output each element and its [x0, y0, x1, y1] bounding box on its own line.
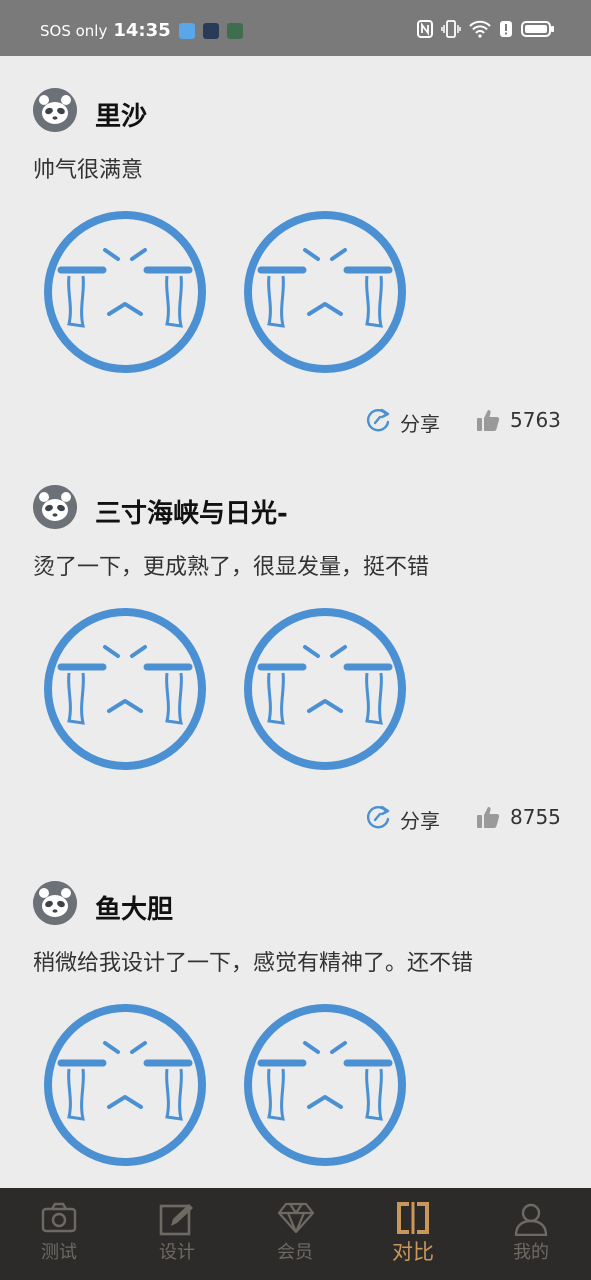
username: 鱼大胆 — [95, 895, 174, 925]
tab-label: 设计 — [159, 1242, 195, 1263]
vibrate-icon — [441, 20, 461, 38]
comment-text: 帅气很满意 — [33, 158, 144, 183]
username: 里沙 — [95, 102, 148, 132]
clock: 14:35 — [113, 20, 171, 41]
carrier-text: SOS only — [40, 21, 108, 40]
photo-placeholder-icon[interactable] — [43, 1003, 207, 1167]
like-count: 8755 — [510, 805, 561, 829]
avatar[interactable] — [33, 485, 77, 529]
app-notification-icon — [178, 22, 195, 39]
share-button[interactable]: 分享 — [400, 408, 440, 437]
share-icon[interactable] — [364, 803, 392, 831]
app-notification-icon — [202, 22, 219, 39]
photo-placeholder-icon[interactable] — [243, 607, 407, 771]
avatar[interactable] — [33, 881, 77, 925]
wifi-icon — [469, 20, 491, 38]
thumbs-up-icon[interactable] — [476, 805, 500, 829]
edit-icon — [159, 1204, 193, 1236]
tab-design[interactable]: 设计 — [118, 1188, 236, 1280]
tab-label: 测试 — [41, 1242, 77, 1263]
tab-test[interactable]: 测试 — [0, 1188, 118, 1280]
alert-icon — [500, 21, 512, 37]
comment-text: 稍微给我设计了一下，感觉有精神了。还不错 — [33, 951, 474, 976]
tab-membership[interactable]: 会员 — [236, 1188, 354, 1280]
photo-placeholder-icon[interactable] — [43, 607, 207, 771]
nfc-icon — [417, 20, 433, 38]
person-icon — [514, 1203, 548, 1236]
post-actions: 分享 5763 — [364, 406, 564, 436]
tab-compare[interactable]: 对比 — [354, 1188, 472, 1280]
username: 三寸海峡与日光- — [95, 499, 288, 529]
tab-label: 我的 — [513, 1242, 549, 1263]
comment-text: 烫了一下，更成熟了，很显发量，挺不错 — [33, 555, 430, 580]
like-count: 5763 — [510, 408, 561, 432]
compare-icon — [397, 1202, 429, 1234]
avatar[interactable] — [33, 88, 77, 132]
photo-placeholder-icon[interactable] — [243, 1003, 407, 1167]
tab-label: 对比 — [392, 1240, 434, 1264]
photo-placeholder-icon[interactable] — [43, 210, 207, 374]
battery-icon — [521, 21, 554, 37]
thumbs-up-icon[interactable] — [476, 408, 500, 432]
share-icon[interactable] — [364, 406, 392, 434]
app-notification-icon — [226, 22, 243, 39]
bottom-tab-bar: 测试 设计 会员 对比 我的 — [0, 1188, 591, 1280]
tab-profile[interactable]: 我的 — [472, 1188, 590, 1280]
tab-label: 会员 — [277, 1242, 313, 1263]
post-actions: 分享 8755 — [364, 803, 564, 833]
status-bar: SOS only 14:35 — [0, 0, 591, 56]
photo-placeholder-icon[interactable] — [243, 210, 407, 374]
camera-icon — [41, 1202, 77, 1233]
diamond-icon — [277, 1202, 315, 1234]
share-button[interactable]: 分享 — [400, 805, 440, 834]
